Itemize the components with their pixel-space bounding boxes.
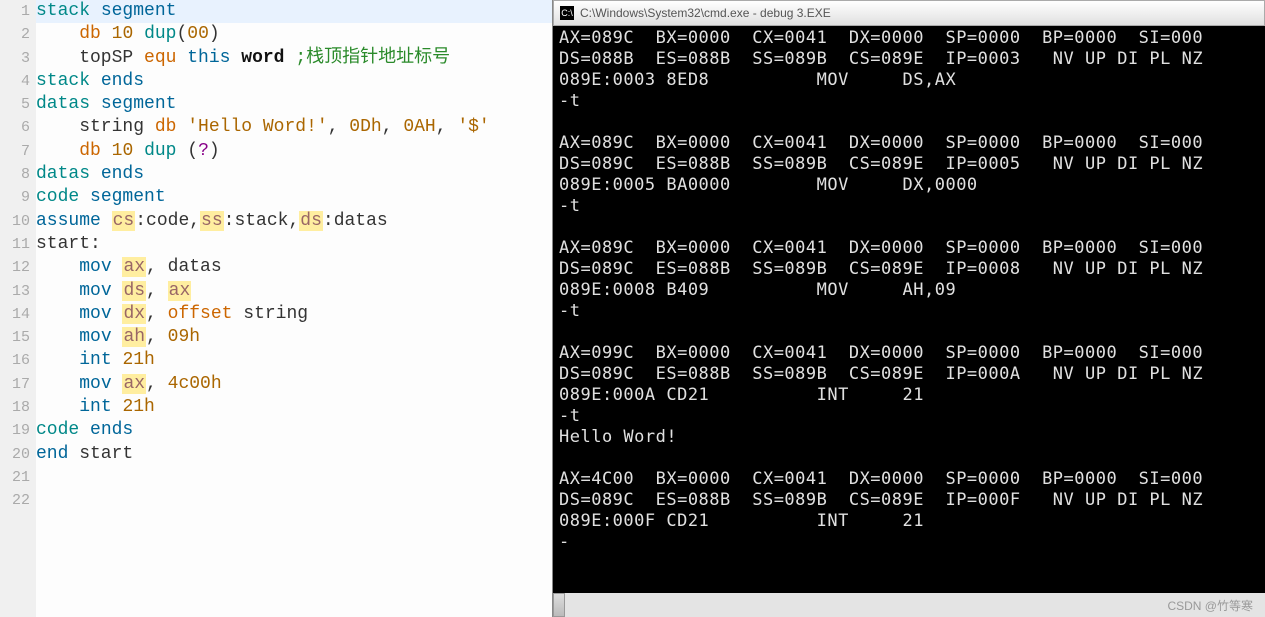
line-number: 14	[0, 303, 30, 326]
code-line: db 10 dup(00)	[36, 23, 552, 46]
line-number: 13	[0, 280, 30, 303]
cmd-icon: C:\	[560, 6, 574, 20]
code-line: int 21h	[36, 396, 552, 419]
code-line: end start	[36, 443, 552, 466]
line-number: 7	[0, 140, 30, 163]
scroll-left-button[interactable]	[553, 593, 565, 617]
code-line	[36, 489, 552, 512]
code-line: topSP equ this word ;栈顶指针地址标号	[36, 47, 552, 70]
code-line: code ends	[36, 419, 552, 442]
line-number: 11	[0, 233, 30, 256]
code-editor-pane: 12345678910111213141516171819202122 stac…	[0, 0, 552, 617]
line-number: 4	[0, 70, 30, 93]
line-number: 22	[0, 489, 30, 512]
line-number: 9	[0, 186, 30, 209]
line-number: 2	[0, 23, 30, 46]
line-number: 18	[0, 396, 30, 419]
code-line: mov ds, ax	[36, 280, 552, 303]
line-number: 16	[0, 349, 30, 372]
bottom-bar: CSDN @竹等寒	[553, 593, 1265, 617]
code-line: datas ends	[36, 163, 552, 186]
line-number: 6	[0, 116, 30, 139]
line-number: 19	[0, 419, 30, 442]
console-window: ✕ C:\ C:\Windows\System32\cmd.exe - debu…	[552, 0, 1265, 617]
line-number: 8	[0, 163, 30, 186]
code-line: start:	[36, 233, 552, 256]
console-title-text: C:\Windows\System32\cmd.exe - debug 3.EX…	[580, 6, 831, 20]
line-number: 12	[0, 256, 30, 279]
code-line: mov ah, 09h	[36, 326, 552, 349]
code-line: mov dx, offset string	[36, 303, 552, 326]
line-number: 17	[0, 373, 30, 396]
code-line	[36, 466, 552, 489]
line-number: 1	[0, 0, 30, 23]
code-line: int 21h	[36, 349, 552, 372]
line-number: 20	[0, 443, 30, 466]
line-number: 21	[0, 466, 30, 489]
console-titlebar[interactable]: C:\ C:\Windows\System32\cmd.exe - debug …	[553, 0, 1265, 26]
line-number-gutter: 12345678910111213141516171819202122	[0, 0, 36, 617]
line-number: 15	[0, 326, 30, 349]
watermark-text: CSDN @竹等寒	[1167, 597, 1253, 614]
code-line: mov ax, datas	[36, 256, 552, 279]
code-line: assume cs:code,ss:stack,ds:datas	[36, 210, 552, 233]
code-line: db 10 dup (?)	[36, 140, 552, 163]
code-line: stack ends	[36, 70, 552, 93]
code-line: mov ax, 4c00h	[36, 373, 552, 396]
code-line: code segment	[36, 186, 552, 209]
code-content[interactable]: stack segment db 10 dup(00) topSP equ th…	[36, 0, 552, 617]
line-number: 3	[0, 47, 30, 70]
line-number: 5	[0, 93, 30, 116]
code-line: datas segment	[36, 93, 552, 116]
console-output[interactable]: AX=089C BX=0000 CX=0041 DX=0000 SP=0000 …	[553, 26, 1265, 593]
code-line: string db 'Hello Word!', 0Dh, 0AH, '$'	[36, 116, 552, 139]
code-line: stack segment	[36, 0, 552, 23]
line-number: 10	[0, 210, 30, 233]
